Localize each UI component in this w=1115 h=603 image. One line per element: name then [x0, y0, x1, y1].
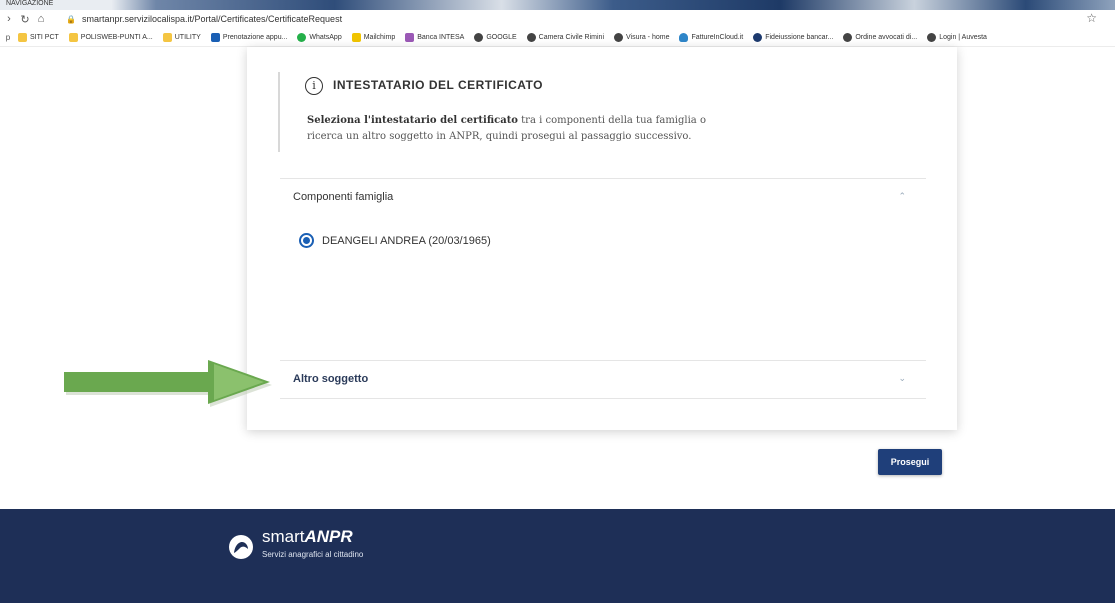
whatsapp-icon: [297, 32, 307, 42]
instructions-text: Seleziona l'intestatario del certificato…: [307, 113, 707, 145]
green-arrow-annotation: [64, 360, 272, 407]
globe-icon: [843, 32, 853, 42]
folder-icon: [68, 32, 78, 42]
bookmark-item[interactable]: POLISWEB-PUNTI A...: [68, 32, 153, 42]
bookmark-item[interactable]: UTILITY: [162, 32, 201, 42]
section-title: INTESTATARIO DEL CERTIFICATO: [333, 78, 543, 92]
chevron-down-icon[interactable]: ⌄: [898, 373, 906, 384]
prosegui-button[interactable]: Prosegui: [878, 449, 942, 475]
globe-icon: [614, 32, 624, 42]
other-subject-header[interactable]: Altro soggetto: [293, 373, 368, 385]
bookmark-item[interactable]: SITI PCT: [18, 32, 59, 42]
chevron-up-icon[interactable]: ⌃: [898, 191, 906, 202]
instructions-bold: Seleziona l'intestatario del certificato: [307, 115, 518, 126]
radio-selected[interactable]: [299, 233, 314, 248]
cloud-icon: [679, 32, 689, 42]
apps-icon[interactable]: p: [4, 33, 12, 42]
bookmark-item[interactable]: FattureInCloud.it: [679, 32, 743, 42]
bookmark-item[interactable]: Visura - home: [614, 32, 669, 42]
reload-icon[interactable]: ↻: [18, 13, 32, 26]
folder-icon: [162, 32, 172, 42]
bookmark-star-icon[interactable]: ☆: [1086, 11, 1097, 25]
address-bar-url[interactable]: smartanpr.servizilocalispa.it/Portal/Cer…: [82, 14, 342, 24]
bookmark-item[interactable]: Mailchimp: [351, 32, 395, 42]
family-member-option[interactable]: DEANGELI ANDREA (20/03/1965): [299, 233, 491, 248]
bookmark-item[interactable]: Login | Auvesta: [927, 32, 987, 42]
bookmark-item[interactable]: Prenotazione appu...: [210, 32, 287, 42]
bookmark-item[interactable]: Banca INTESA: [405, 32, 464, 42]
family-members-header[interactable]: Componenti famiglia: [293, 191, 393, 203]
logo-smart: smart: [262, 527, 305, 546]
lock-icon[interactable]: 🔒: [66, 15, 76, 24]
browser-tab-strip: NAVIGAZIONE: [0, 0, 1115, 10]
browser-toolbar: › ↻ ⌂ 🔒 smartanpr.servizilocalispa.it/Po…: [0, 10, 1115, 28]
logo-tagline: Servizi anagrafici al cittadino: [262, 550, 364, 559]
globe-icon: [474, 32, 484, 42]
bookmark-favicon: [753, 32, 763, 42]
bank-icon: [405, 32, 415, 42]
family-members-panel: Componenti famiglia ⌃ DEANGELI ANDREA (2…: [280, 178, 926, 362]
bookmark-item[interactable]: WhatsApp: [297, 32, 342, 42]
certificate-holder-card: i INTESTATARIO DEL CERTIFICATO Seleziona…: [247, 47, 957, 430]
home-icon[interactable]: ⌂: [34, 13, 48, 25]
mailchimp-icon: [351, 32, 361, 42]
logo-anpr: ANPR: [304, 527, 353, 546]
forward-icon[interactable]: ›: [2, 13, 16, 25]
browser-tab-label[interactable]: NAVIGAZIONE: [6, 0, 53, 8]
folder-icon: [18, 32, 27, 42]
family-member-name: DEANGELI ANDREA (20/03/1965): [322, 234, 491, 247]
bookmarks-bar: p SITI PCT POLISWEB-PUNTI A... UTILITY P…: [0, 28, 1115, 47]
footer: smartANPR Servizi anagrafici al cittadin…: [0, 509, 1115, 603]
smart-anpr-logo-icon: [229, 535, 253, 559]
bookmark-item[interactable]: Ordine avvocati di...: [843, 32, 917, 42]
bookmark-item[interactable]: GOOGLE: [474, 32, 517, 42]
globe-icon: [927, 32, 937, 42]
logo-text: smartANPR: [262, 528, 353, 546]
globe-icon: [526, 32, 536, 42]
bookmark-favicon: [210, 32, 220, 42]
other-subject-panel: Altro soggetto ⌄: [280, 360, 926, 399]
bookmark-item[interactable]: Camera Civile Rimini: [526, 32, 604, 42]
bookmark-item[interactable]: Fideiussione bancar...: [753, 32, 833, 42]
info-icon: i: [305, 77, 323, 95]
